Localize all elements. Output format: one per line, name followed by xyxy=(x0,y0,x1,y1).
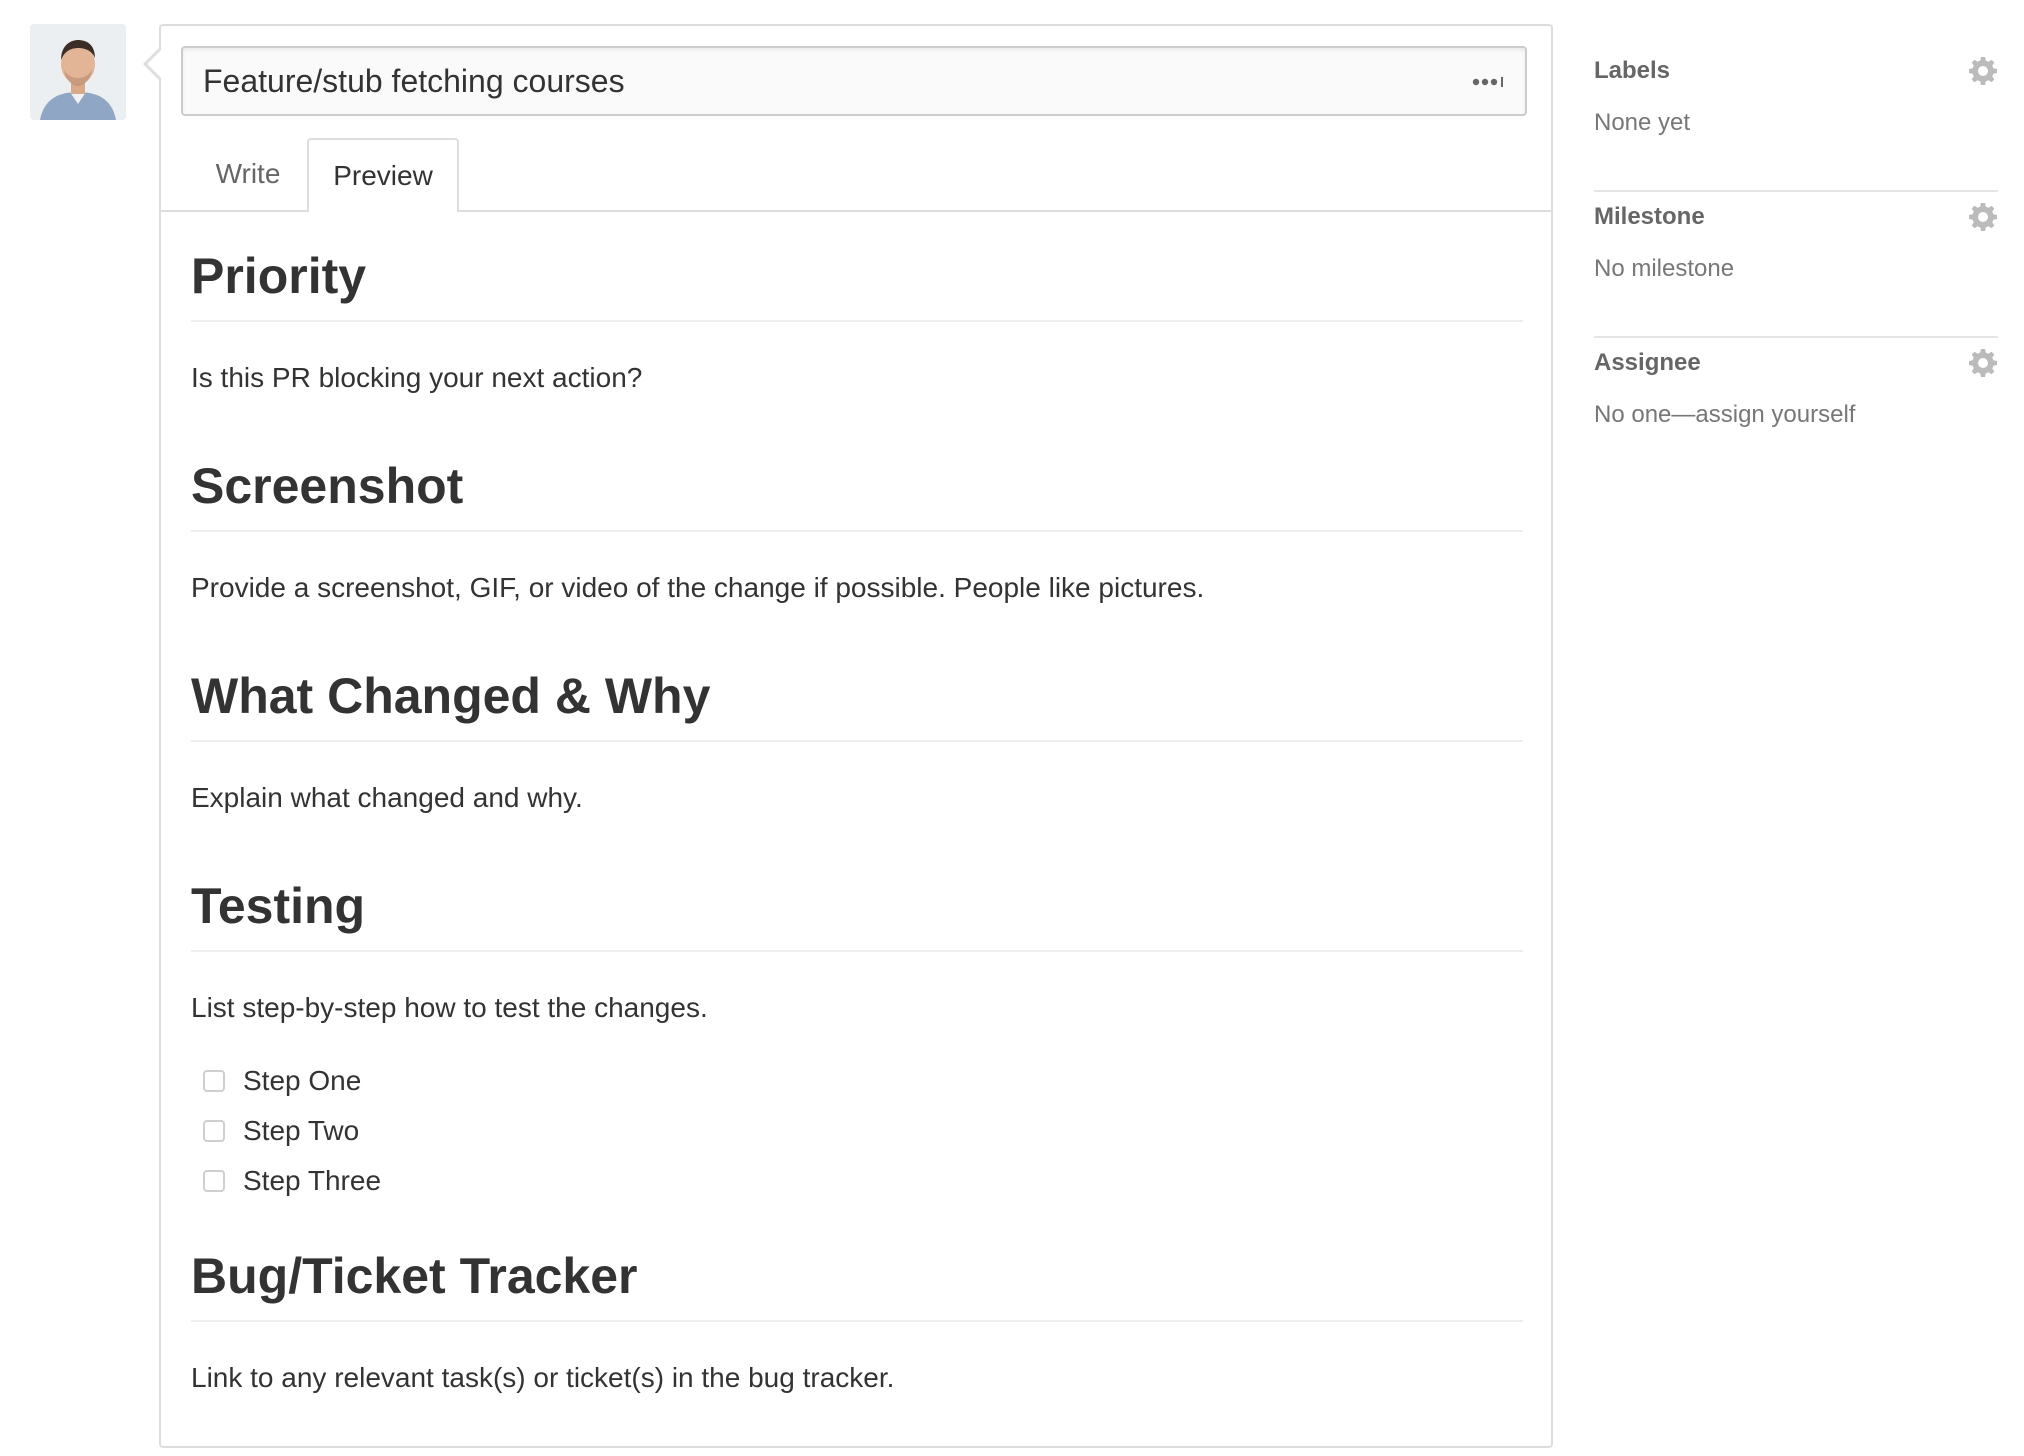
gear-icon[interactable] xyxy=(1968,56,1998,86)
title-input[interactable] xyxy=(181,46,1527,116)
sidebar-milestone: Milestone No milestone xyxy=(1594,192,1998,338)
pull-request-editor: Write Preview Priority Is this PR blocki… xyxy=(159,24,1553,1448)
section-what-changed: What Changed & Why Explain what changed … xyxy=(191,666,1523,876)
task-label: Step Two xyxy=(243,1115,360,1146)
avatar-image xyxy=(30,24,126,120)
sidebar-labels: Labels None yet xyxy=(1594,46,1998,192)
assignee-value[interactable]: No one—assign yourself xyxy=(1594,400,1855,430)
labels-heading[interactable]: Labels xyxy=(1594,56,1670,86)
task-item: Step Three xyxy=(203,1156,1523,1206)
task-checkbox[interactable] xyxy=(203,1170,225,1192)
section-bug-tracker: Bug/Ticket Tracker Link to any relevant … xyxy=(191,1246,1523,1456)
avatar[interactable] xyxy=(30,24,126,120)
ellipsis-icon[interactable] xyxy=(1467,68,1511,96)
section-heading: Testing xyxy=(191,876,1523,952)
sidebar: Labels None yet Milestone No milestone A… xyxy=(1594,46,1998,484)
assignee-heading[interactable]: Assignee xyxy=(1594,348,1701,378)
task-checkbox[interactable] xyxy=(203,1070,225,1092)
task-label: Step One xyxy=(243,1065,362,1096)
editor-tabs: Write Preview xyxy=(161,138,1551,212)
section-heading: Priority xyxy=(191,246,1523,322)
task-item: Step One xyxy=(203,1056,1523,1106)
gear-icon[interactable] xyxy=(1968,348,1998,378)
milestone-heading[interactable]: Milestone xyxy=(1594,202,1705,232)
editor-caret-fill xyxy=(147,50,161,78)
section-text: Link to any relevant task(s) or ticket(s… xyxy=(191,1362,895,1393)
tab-preview[interactable]: Preview xyxy=(307,138,459,212)
tab-write[interactable]: Write xyxy=(183,138,313,210)
section-heading: Screenshot xyxy=(191,456,1523,532)
task-item: Step Two xyxy=(203,1106,1523,1156)
section-priority: Priority Is this PR blocking your next a… xyxy=(191,246,1523,456)
markdown-preview: Priority Is this PR blocking your next a… xyxy=(191,246,1523,1456)
milestone-value: No milestone xyxy=(1594,255,1735,282)
sidebar-assignee: Assignee No one—assign yourself xyxy=(1594,338,1998,484)
section-text: Provide a screenshot, GIF, or video of t… xyxy=(191,572,1205,603)
section-testing: Testing List step-by-step how to test th… xyxy=(191,876,1523,1246)
task-checkbox[interactable] xyxy=(203,1120,225,1142)
section-text: List step-by-step how to test the change… xyxy=(191,992,708,1023)
labels-value: None yet xyxy=(1594,109,1691,136)
section-heading: What Changed & Why xyxy=(191,666,1523,742)
section-text: Is this PR blocking your next action? xyxy=(191,362,643,393)
section-screenshot: Screenshot Provide a screenshot, GIF, or… xyxy=(191,456,1523,666)
gear-icon[interactable] xyxy=(1968,202,1998,232)
task-label: Step Three xyxy=(243,1165,382,1196)
section-text: Explain what changed and why. xyxy=(191,782,583,813)
section-heading: Bug/Ticket Tracker xyxy=(191,1246,1523,1322)
task-list: Step One Step Two Step Three xyxy=(191,1056,1523,1246)
